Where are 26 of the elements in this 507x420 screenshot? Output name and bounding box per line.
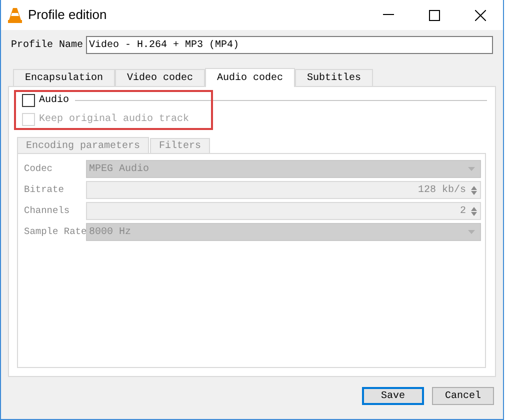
- maximize-icon: [428, 10, 440, 20]
- tab[interactable]: Encapsulation: [13, 69, 116, 86]
- tab[interactable]: Video codec: [115, 69, 206, 86]
- spinner-arrows-icon: [471, 186, 477, 194]
- window-title: Profile edition: [28, 6, 107, 24]
- close-icon: [474, 10, 486, 20]
- profile-name-field[interactable]: Video - H.264 + MP3 (MP4): [86, 36, 493, 54]
- tab[interactable]: Audio codec: [205, 68, 296, 87]
- tab[interactable]: Subtitles: [295, 69, 374, 86]
- field-value: 8000 Hz: [89, 226, 132, 240]
- spinner-arrows-icon: [471, 206, 477, 216]
- minimize-icon: [382, 14, 394, 16]
- checkbox[interactable]: [22, 94, 35, 107]
- field-label: Sample Rate: [24, 224, 86, 239]
- field-label: Codec: [24, 162, 54, 176]
- field-label: Channels: [24, 204, 71, 218]
- field-value: 2: [460, 204, 466, 218]
- field-value: 128 kb/s: [418, 184, 466, 198]
- field-value: MPEG Audio: [89, 162, 150, 176]
- field-label: Bitrate: [24, 182, 65, 197]
- dialog-button[interactable]: Save: [362, 387, 424, 405]
- keep-original-label: Keep original audio track: [39, 112, 190, 127]
- audio-label: Audio: [39, 94, 70, 108]
- traffic-cone-icon: [8, 7, 22, 23]
- profile-name-label: Profile Name: [10, 38, 84, 52]
- dialog-button[interactable]: Cancel: [432, 387, 494, 405]
